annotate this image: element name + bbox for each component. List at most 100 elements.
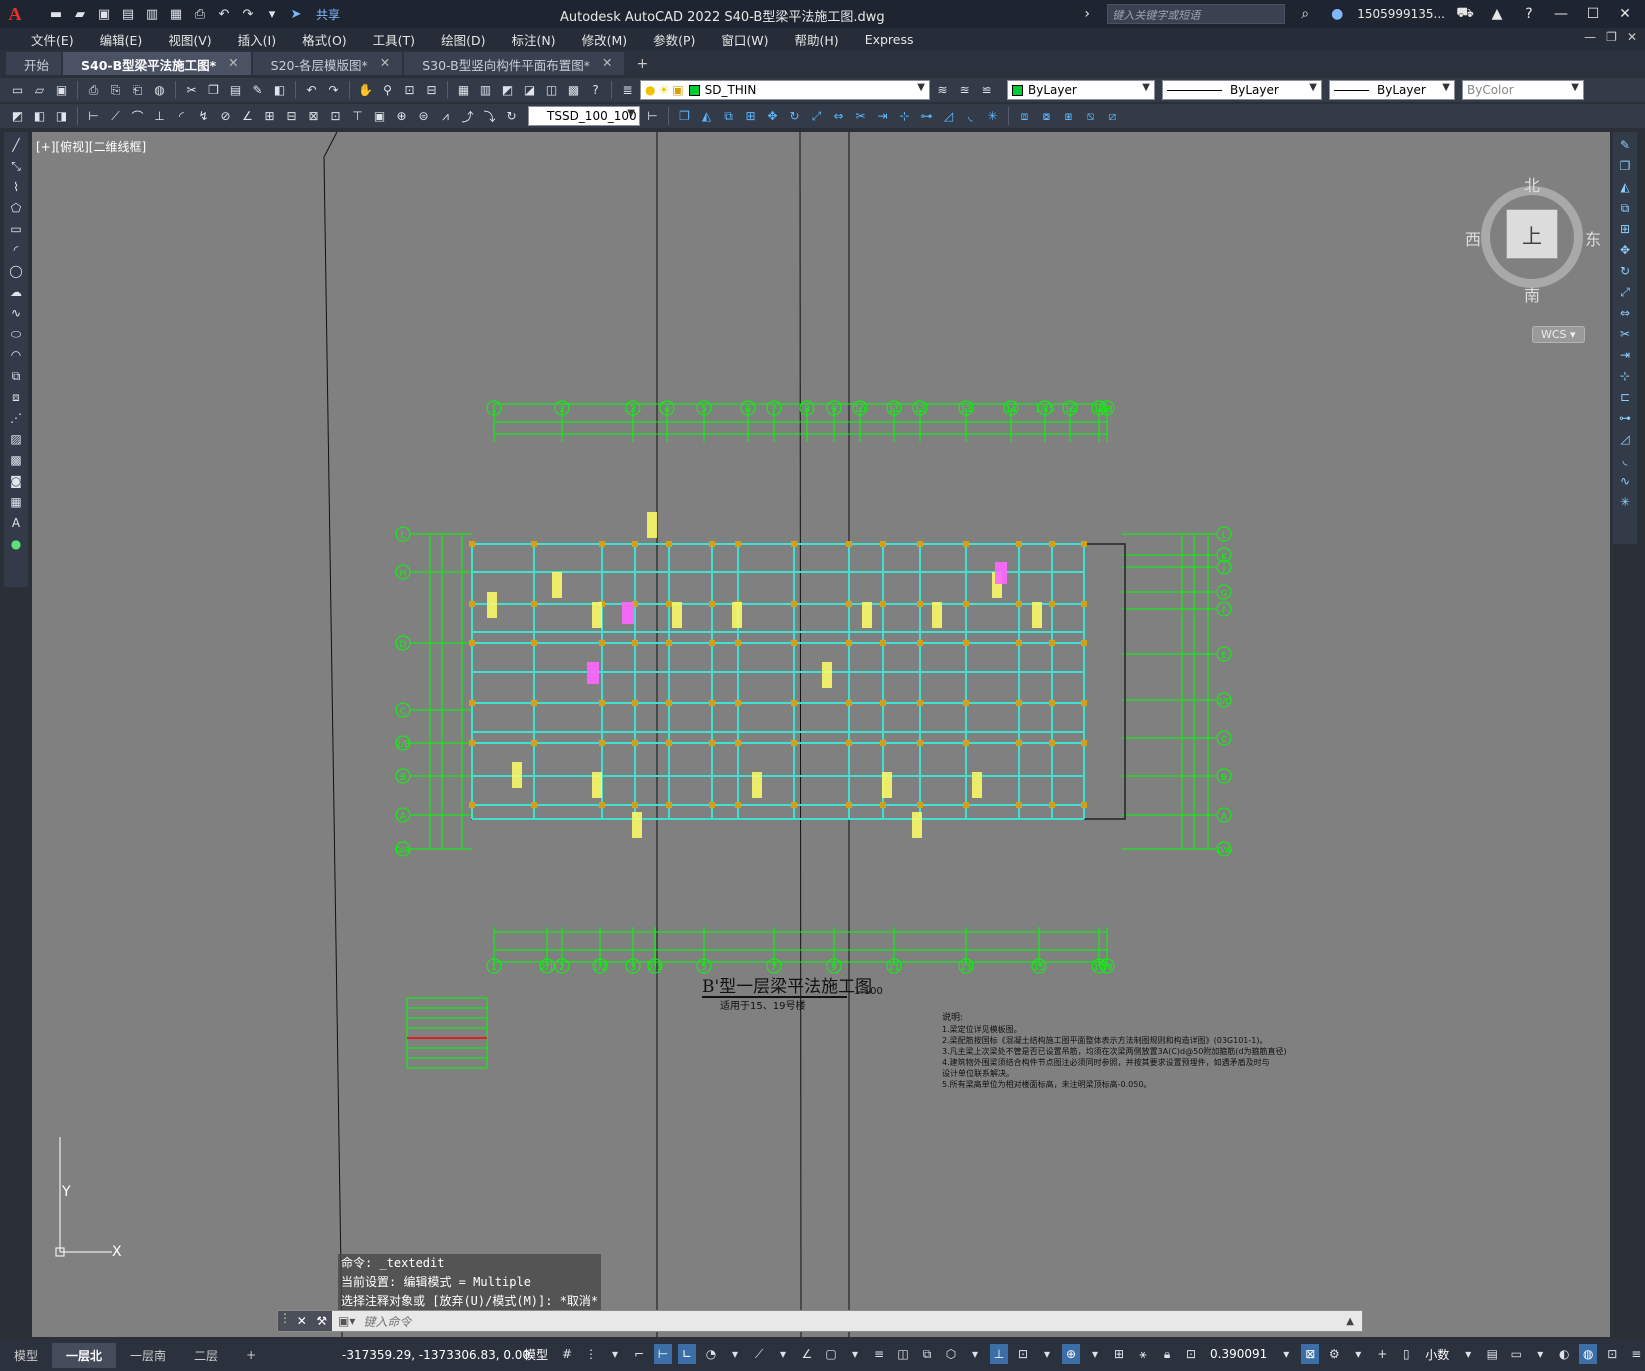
calculator-icon[interactable]: ▩ xyxy=(564,81,583,100)
chevron-right-icon[interactable]: › xyxy=(1075,6,1099,22)
region-icon[interactable]: ◙ xyxy=(7,472,25,490)
center-mark-icon[interactable]: ⊕ xyxy=(392,107,411,126)
array-icon[interactable]: ⊞ xyxy=(1616,220,1634,238)
dynamic-input-icon[interactable]: ⊢ xyxy=(654,1344,673,1364)
add-selected-icon[interactable]: ● xyxy=(7,535,25,553)
help-icon[interactable]: ? xyxy=(1517,6,1541,22)
new-icon[interactable]: ▬ xyxy=(46,4,66,24)
plus-icon[interactable]: + xyxy=(1373,1344,1391,1364)
hatch-back-icon[interactable]: ⧄ xyxy=(1103,107,1122,126)
chevron-down-icon[interactable]: ▾ xyxy=(1531,1344,1549,1364)
chevron-down-icon[interactable]: ▾ xyxy=(606,1344,624,1364)
revision-cloud-icon[interactable]: ☁ xyxy=(7,283,25,301)
line-icon[interactable]: ╱ xyxy=(7,136,25,154)
move-icon[interactable]: ✥ xyxy=(1616,241,1634,259)
help-icon[interactable]: ? xyxy=(586,81,605,100)
new-tab-button[interactable]: + xyxy=(626,53,658,75)
space-icon[interactable]: ⊡ xyxy=(326,107,345,126)
open-web-icon[interactable]: ▥ xyxy=(142,4,162,24)
selection-filter-icon[interactable]: ⊡ xyxy=(1014,1344,1032,1364)
join-icon[interactable]: ⊶ xyxy=(1616,409,1634,427)
arc-icon[interactable]: ◜ xyxy=(7,241,25,259)
minimize-button[interactable]: — xyxy=(1549,6,1573,22)
save-icon[interactable]: ▣ xyxy=(52,81,71,100)
search-icon[interactable]: ⌕ xyxy=(1293,6,1317,22)
layer-state-icon[interactable]: ≌ xyxy=(977,81,996,100)
publish-icon[interactable]: ⎗ xyxy=(128,81,147,100)
mirror-icon[interactable]: ◭ xyxy=(697,107,716,126)
infer-constraints-icon[interactable]: ⌐ xyxy=(630,1344,648,1364)
tool-palettes-icon[interactable]: ◩ xyxy=(498,81,517,100)
compass-north[interactable]: 北 xyxy=(1524,172,1540,196)
zoom-window-icon[interactable]: ⊡ xyxy=(400,81,419,100)
break-at-point-icon[interactable]: ⊹ xyxy=(1616,367,1634,385)
cart-icon[interactable]: ⛟ xyxy=(1453,5,1477,23)
tab-s40[interactable]: S40-B型梁平法施工图* ✕ xyxy=(63,52,251,75)
make-block-icon[interactable]: ⧈ xyxy=(7,388,25,406)
add-layout-button[interactable]: + xyxy=(232,1348,270,1362)
stretch-icon[interactable]: ⇔ xyxy=(1616,304,1634,322)
clean-screen-icon[interactable]: ⊡ xyxy=(1603,1344,1621,1364)
menu-dimension[interactable]: 标注(N) xyxy=(498,30,568,49)
layout-tab-first-south[interactable]: 一层南 xyxy=(116,1347,180,1364)
close-icon[interactable]: ✕ xyxy=(380,55,390,75)
zoom-previous-icon[interactable]: ⊟ xyxy=(422,81,441,100)
text-style-dropdown[interactable]: TSSD_100_100 ▼ xyxy=(528,106,640,126)
redo-icon[interactable]: ↷ xyxy=(324,81,343,100)
mirror-icon[interactable]: ◭ xyxy=(1616,178,1634,196)
rotate-icon[interactable]: ↻ xyxy=(785,107,804,126)
pan-icon[interactable]: ✋ xyxy=(356,81,375,100)
lock-icon[interactable]: 🔒︎ xyxy=(1158,1344,1176,1364)
tssd-tool-icon[interactable]: ◨ xyxy=(52,107,71,126)
fillet-icon[interactable]: ◟ xyxy=(961,107,980,126)
match-properties-icon[interactable]: ✎ xyxy=(248,81,267,100)
color-dropdown[interactable]: ByLayer ▼ xyxy=(1007,80,1155,100)
plot-icon[interactable]: ⎙ xyxy=(84,81,103,100)
menu-window[interactable]: 窗口(W) xyxy=(708,30,781,49)
copy-icon[interactable]: ❐ xyxy=(204,81,223,100)
model-space-button[interactable]: 模型 xyxy=(520,1346,552,1363)
dimension-text-edit-icon[interactable]: ⤵ xyxy=(480,107,499,126)
menu-view[interactable]: 视图(V) xyxy=(155,30,224,49)
tab-start[interactable]: 开始 xyxy=(6,52,62,75)
ellipse-arc-icon[interactable]: ◠ xyxy=(7,346,25,364)
chevron-down-icon[interactable]: ▾ xyxy=(726,1344,744,1364)
menu-tools[interactable]: 工具(T) xyxy=(360,30,428,49)
quick-properties-icon[interactable]: ▤ xyxy=(1483,1344,1501,1364)
jogged-icon[interactable]: ↯ xyxy=(194,107,213,126)
text-front-icon[interactable]: ⧅ xyxy=(1081,107,1100,126)
dynamic-ucs-icon[interactable]: ⊥ xyxy=(990,1344,1009,1364)
chevron-up-icon[interactable]: ▲ xyxy=(1346,1316,1362,1327)
markup-icon[interactable]: ◫ xyxy=(542,81,561,100)
gizmo-icon[interactable]: ⊕ xyxy=(1062,1344,1081,1364)
doc-close-button[interactable]: ✕ xyxy=(1627,30,1637,44)
multiline-text-icon[interactable]: A xyxy=(7,514,25,532)
object-snap-tracking-icon[interactable]: ∠ xyxy=(798,1344,816,1364)
copy-icon[interactable]: ❐ xyxy=(1616,157,1634,175)
zoom-realtime-icon[interactable]: ⚲ xyxy=(378,81,397,100)
diameter-icon[interactable]: ⊘ xyxy=(216,107,235,126)
break-icon[interactable]: ⊏ xyxy=(1616,388,1634,406)
grid-icon[interactable]: # xyxy=(558,1344,576,1364)
menu-parametric[interactable]: 参数(P) xyxy=(640,30,708,49)
lock-ui-icon[interactable]: ▭ xyxy=(1507,1344,1525,1364)
undo-icon[interactable]: ↶ xyxy=(214,4,234,24)
dimension-style-icon[interactable]: ⊢ xyxy=(643,107,662,126)
break-icon[interactable]: ⊤ xyxy=(348,107,367,126)
extend-icon[interactable]: ⇥ xyxy=(873,107,892,126)
cursor-coordinates[interactable]: -317359.29, -1373306.83, 0.00 xyxy=(342,1348,530,1362)
doc-restore-button[interactable]: ❐ xyxy=(1606,30,1617,44)
polyline-icon[interactable]: ⌇ xyxy=(7,178,25,196)
units-dropdown[interactable]: 小数 xyxy=(1421,1346,1453,1363)
erase-icon[interactable]: ✎ xyxy=(1616,136,1634,154)
chevron-down-icon[interactable]: ▾ xyxy=(1349,1344,1367,1364)
break-at-point-icon[interactable]: ⊹ xyxy=(895,107,914,126)
rectangle-icon[interactable]: ▭ xyxy=(7,220,25,238)
table-icon[interactable]: ▦ xyxy=(7,493,25,511)
rotate-icon[interactable]: ↻ xyxy=(1616,262,1634,280)
menu-modify[interactable]: 修改(M) xyxy=(569,30,641,49)
ordinate-icon[interactable]: ⊥ xyxy=(150,107,169,126)
layer-properties-icon[interactable]: ≣ xyxy=(618,81,637,100)
undo-icon[interactable]: ↶ xyxy=(302,81,321,100)
scale-icon[interactable]: ⤢ xyxy=(807,107,826,126)
